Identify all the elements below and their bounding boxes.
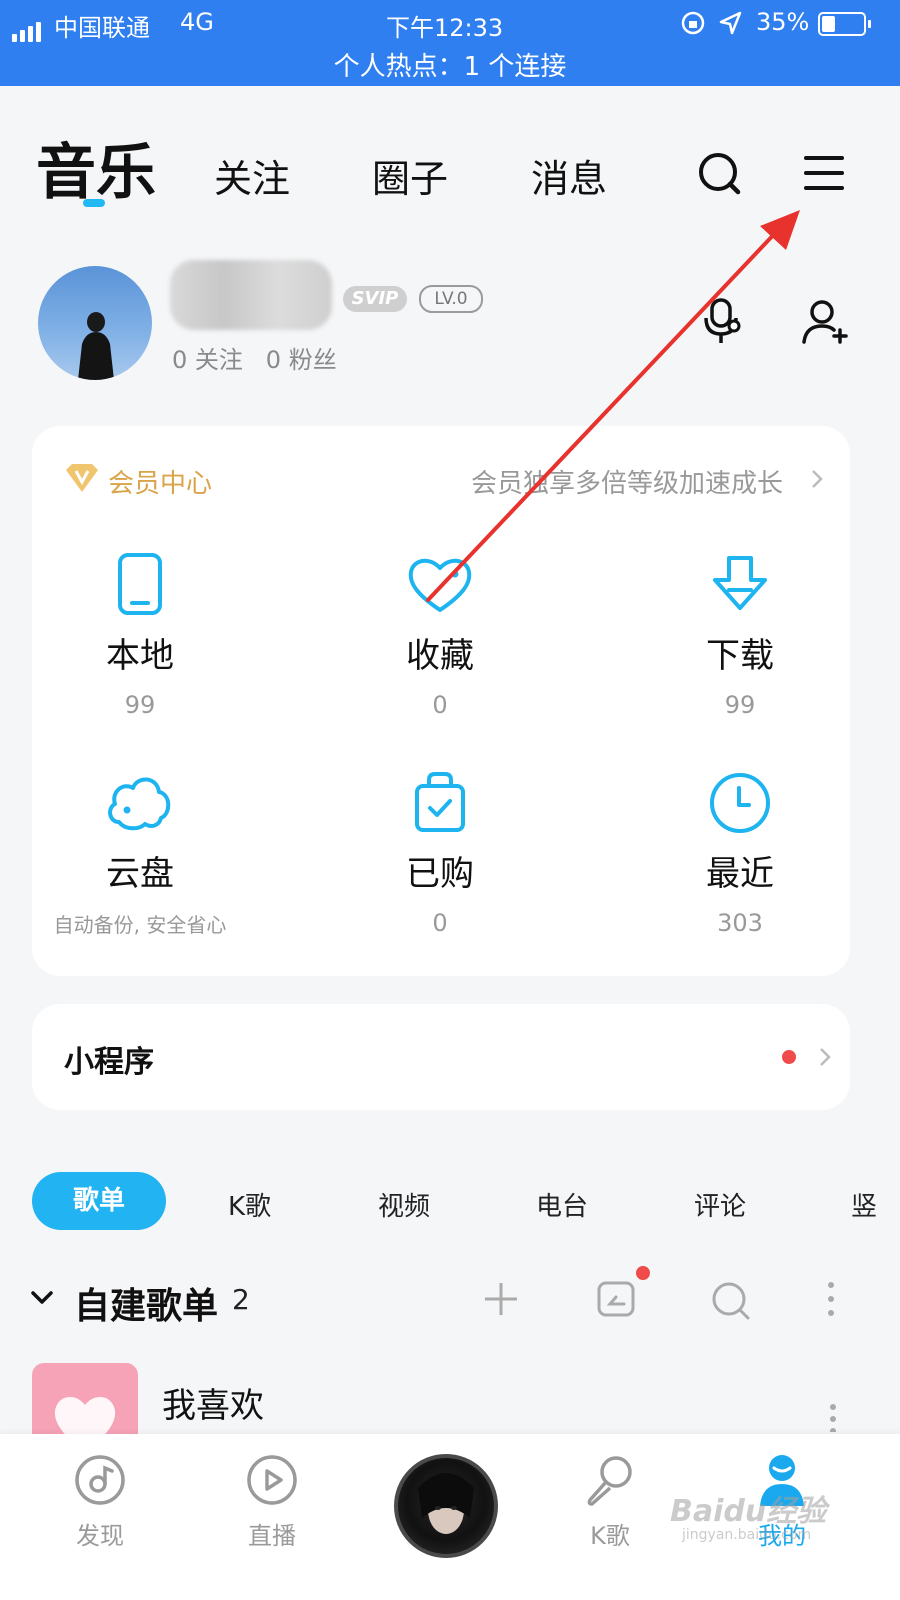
phone-icon — [118, 553, 162, 615]
battery-icon — [818, 12, 871, 36]
download-icon — [713, 556, 767, 610]
menu-icon[interactable] — [804, 154, 844, 198]
grid-count: 99 — [724, 691, 756, 719]
nav-karaoke[interactable]: K歌 — [550, 1452, 670, 1551]
grid-local[interactable]: 本地 99 — [40, 552, 240, 719]
grid-purchased[interactable]: 已购 0 — [340, 770, 540, 937]
username-blurred — [170, 260, 332, 330]
tab-videos[interactable]: 视频 — [378, 1186, 430, 1223]
vip-diamond-icon — [64, 462, 100, 498]
grid-label: 收藏 — [406, 636, 474, 676]
grid-recent[interactable]: 最近 303 — [640, 770, 840, 937]
section-title[interactable]: 自建歌单 — [74, 1277, 218, 1329]
svip-badge[interactable]: SVIP — [343, 286, 407, 312]
mini-program-title: 小程序 — [64, 1045, 154, 1080]
karaoke-icon — [587, 1456, 632, 1506]
nav-live[interactable]: 直播 — [212, 1452, 332, 1551]
grid-label: 本地 — [106, 636, 174, 676]
bag-icon — [415, 772, 465, 832]
add-friend-icon[interactable] — [800, 298, 850, 350]
clock-icon — [710, 773, 770, 833]
more-icon[interactable] — [828, 1402, 838, 1436]
nav-discover[interactable]: 发现 — [40, 1452, 160, 1551]
level-badge[interactable]: LV.0 — [419, 285, 483, 313]
battery-percent: 35% — [756, 8, 810, 36]
status-bar: 中国联通 4G 下午12:33 35% 个人热点：1 个连接 — [0, 0, 900, 86]
tab-circle[interactable]: 圈子 — [372, 148, 448, 203]
mini-program-row[interactable] — [32, 1004, 850, 1110]
search-icon[interactable] — [710, 1280, 752, 1326]
chevron-right-icon — [810, 468, 824, 494]
notification-dot — [782, 1050, 796, 1064]
tab-playlists[interactable]: 歌单 — [32, 1172, 166, 1230]
import-icon[interactable] — [596, 1278, 638, 1324]
grid-count: 99 — [124, 691, 156, 719]
grid-subtitle: 自动备份, 安全省心 — [53, 913, 227, 937]
nav-label: 直播 — [248, 1522, 296, 1550]
grid-count: 303 — [717, 909, 763, 937]
tab-follow[interactable]: 关注 — [214, 148, 290, 203]
tab-messages[interactable]: 消息 — [531, 148, 607, 203]
tab-karaoke[interactable]: K歌 — [228, 1186, 271, 1223]
grid-cloud[interactable]: 云盘 自动备份, 安全省心 — [40, 770, 240, 938]
search-icon[interactable] — [696, 150, 744, 202]
add-icon[interactable] — [482, 1280, 520, 1322]
grid-label: 云盘 — [106, 854, 174, 894]
notification-dot — [636, 1266, 650, 1280]
grid-count: 0 — [432, 909, 448, 937]
nav-label: K歌 — [590, 1522, 630, 1550]
chevron-down-icon[interactable] — [30, 1288, 54, 1312]
grid-label: 最近 — [706, 854, 774, 894]
player-disc[interactable] — [394, 1454, 498, 1558]
live-icon — [247, 1455, 297, 1505]
rotation-lock-icon — [680, 10, 706, 40]
tab-indicator — [83, 199, 105, 207]
discover-icon — [75, 1455, 125, 1505]
chevron-right-icon — [818, 1046, 832, 1072]
network-type: 4G — [180, 8, 214, 36]
grid-label: 下载 — [706, 636, 774, 676]
location-icon — [718, 10, 744, 40]
section-count: 2 — [232, 1283, 250, 1316]
carrier: 中国联通 — [54, 14, 150, 42]
grid-downloads[interactable]: 下载 99 — [640, 552, 840, 719]
fans-count[interactable]: 0 粉丝 — [266, 346, 337, 374]
follow-stats: 0 关注 0 粉丝 — [172, 340, 337, 375]
tab-radio[interactable]: 电台 — [536, 1186, 588, 1223]
nav-label: 发现 — [76, 1522, 124, 1550]
cloud-icon — [108, 777, 171, 831]
avatar[interactable] — [38, 266, 152, 380]
grid-favorites[interactable]: 收藏 0 — [340, 552, 540, 719]
signal-icon — [12, 14, 44, 42]
watermark: Baidu经验 — [670, 1494, 827, 1529]
hotspot-banner[interactable]: 个人热点：1 个连接 — [0, 46, 900, 83]
follow-count[interactable]: 0 关注 — [172, 346, 243, 374]
vip-center-link[interactable]: 会员中心 — [108, 463, 212, 500]
tab-music[interactable]: 音乐 — [36, 124, 156, 211]
vip-desc[interactable]: 会员独享多倍等级加速成长 — [471, 463, 783, 500]
heart-icon — [408, 558, 472, 612]
clock: 下午12:33 — [386, 14, 504, 42]
more-icon[interactable] — [826, 1280, 836, 1322]
grid-label: 已购 — [406, 854, 474, 894]
tab-comments[interactable]: 评论 — [694, 1186, 746, 1223]
tab-vertical[interactable]: 竖 — [851, 1186, 877, 1223]
voice-icon[interactable] — [700, 296, 746, 350]
grid-count: 0 — [432, 691, 448, 719]
playlist-title[interactable]: 我喜欢 — [162, 1378, 264, 1427]
watermark-url: jingyan.baidu.com — [682, 1527, 812, 1543]
